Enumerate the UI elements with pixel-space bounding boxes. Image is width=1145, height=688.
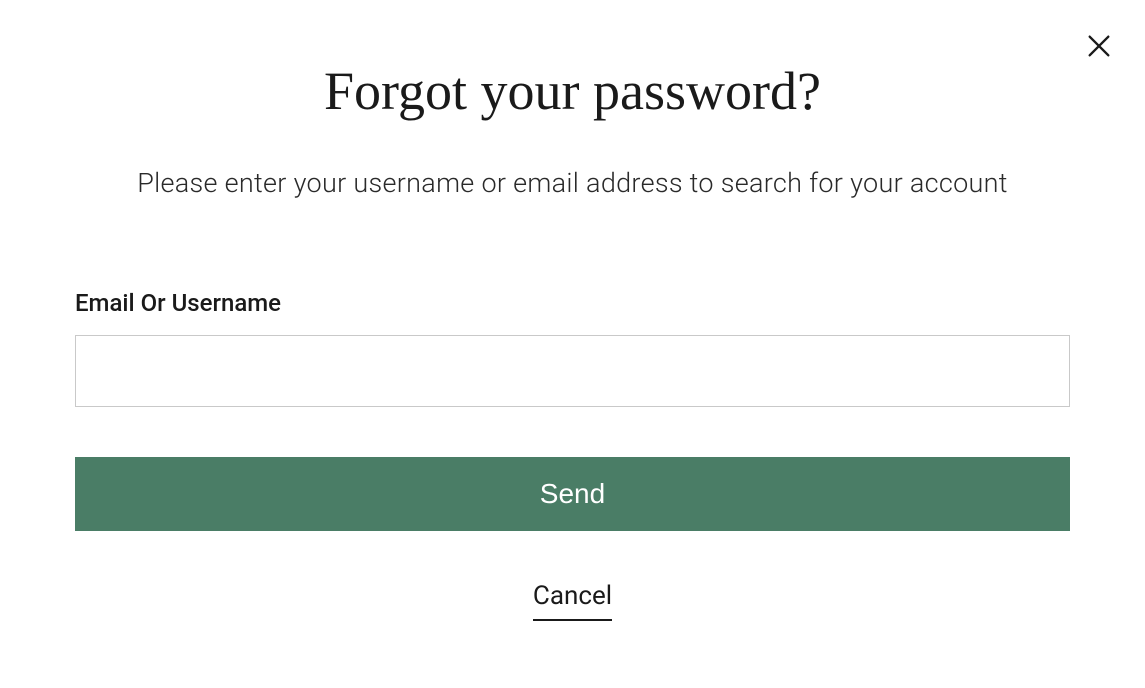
- email-username-input[interactable]: [75, 335, 1070, 407]
- cancel-link[interactable]: Cancel: [533, 581, 612, 621]
- forgot-password-modal: Forgot your password? Please enter your …: [0, 0, 1145, 688]
- email-username-label: Email Or Username: [75, 289, 1070, 317]
- modal-subtitle: Please enter your username or email addr…: [75, 167, 1070, 199]
- close-icon: [1085, 32, 1113, 60]
- modal-title: Forgot your password?: [75, 60, 1070, 122]
- email-username-group: Email Or Username: [75, 289, 1070, 407]
- cancel-wrap: Cancel: [75, 581, 1070, 621]
- close-button[interactable]: [1083, 30, 1115, 62]
- send-button[interactable]: Send: [75, 457, 1070, 531]
